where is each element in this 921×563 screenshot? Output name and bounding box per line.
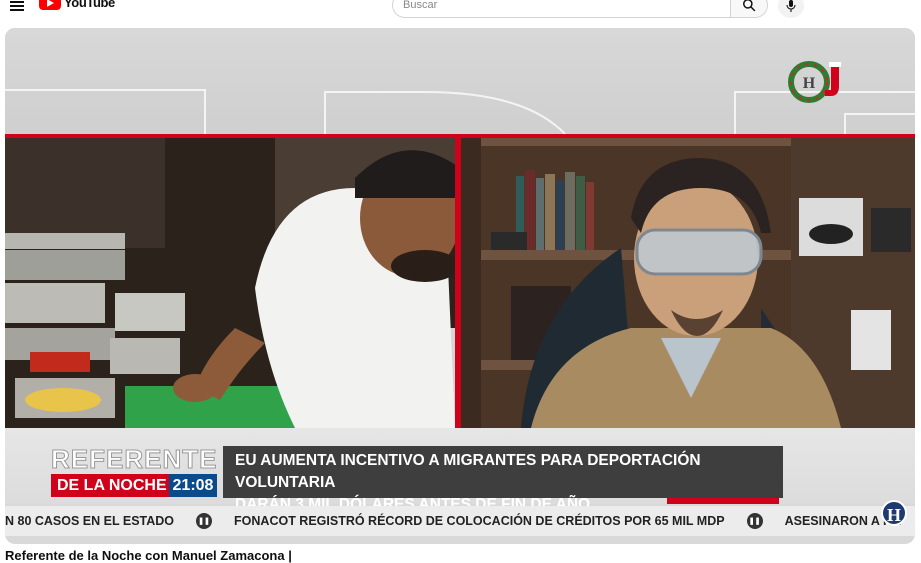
ornament-letter: H	[803, 75, 816, 92]
program-subtitle: DE LA NOCHE	[51, 474, 169, 497]
video-title: Referente de la Noche con Manuel Zamacon…	[5, 548, 292, 563]
voice-search-button[interactable]	[778, 0, 804, 18]
search-icon	[743, 0, 756, 12]
video-player[interactable]: H REFERENTE DE LA NOCHE 21:08 EU AUMENTA…	[5, 28, 915, 544]
ticker-item: FONACOT REGISTRÓ RÉCORD DE COLOCACIÓN DE…	[234, 514, 725, 528]
news-headline: EU AUMENTA INCENTIVO A MIGRANTES PARA DE…	[223, 446, 783, 513]
search-input[interactable]: Buscar	[392, 0, 730, 18]
youtube-wordmark: YouTube	[64, 0, 115, 10]
news-ticker: N 80 CASOS EN EL ESTADO ❚❚ FONACOT REGIS…	[5, 506, 915, 536]
youtube-logo[interactable]: YouTube MX	[39, 0, 126, 10]
channel-watermark-logo: H	[881, 500, 907, 526]
video-feed-guest	[461, 138, 915, 428]
headline-accent-bar	[667, 498, 779, 504]
search-placeholder: Buscar	[403, 0, 438, 11]
kitchen-scene-illustration	[5, 138, 455, 428]
pause-separator-icon: ❚❚	[196, 513, 213, 529]
microphone-icon	[786, 0, 796, 12]
hamburger-menu-icon[interactable]	[10, 0, 24, 13]
ticker-item: N 80 CASOS EN EL ESTADO	[5, 514, 175, 528]
headline-line-1: EU AUMENTA INCENTIVO A MIGRANTES PARA DE…	[235, 452, 701, 491]
program-badge: REFERENTE DE LA NOCHE 21:08	[51, 446, 217, 498]
youtube-play-icon	[39, 0, 61, 10]
video-feed-kitchen	[5, 138, 455, 428]
masthead: YouTube MX Buscar	[0, 0, 921, 22]
christmas-wreath-logo: H	[788, 61, 841, 103]
pause-separator-icon: ❚❚	[746, 513, 763, 529]
broadcast-time: 21:08	[169, 474, 217, 497]
guest-scene-illustration	[461, 138, 915, 428]
search-button[interactable]	[730, 0, 768, 18]
program-title: REFERENTE	[51, 444, 218, 474]
